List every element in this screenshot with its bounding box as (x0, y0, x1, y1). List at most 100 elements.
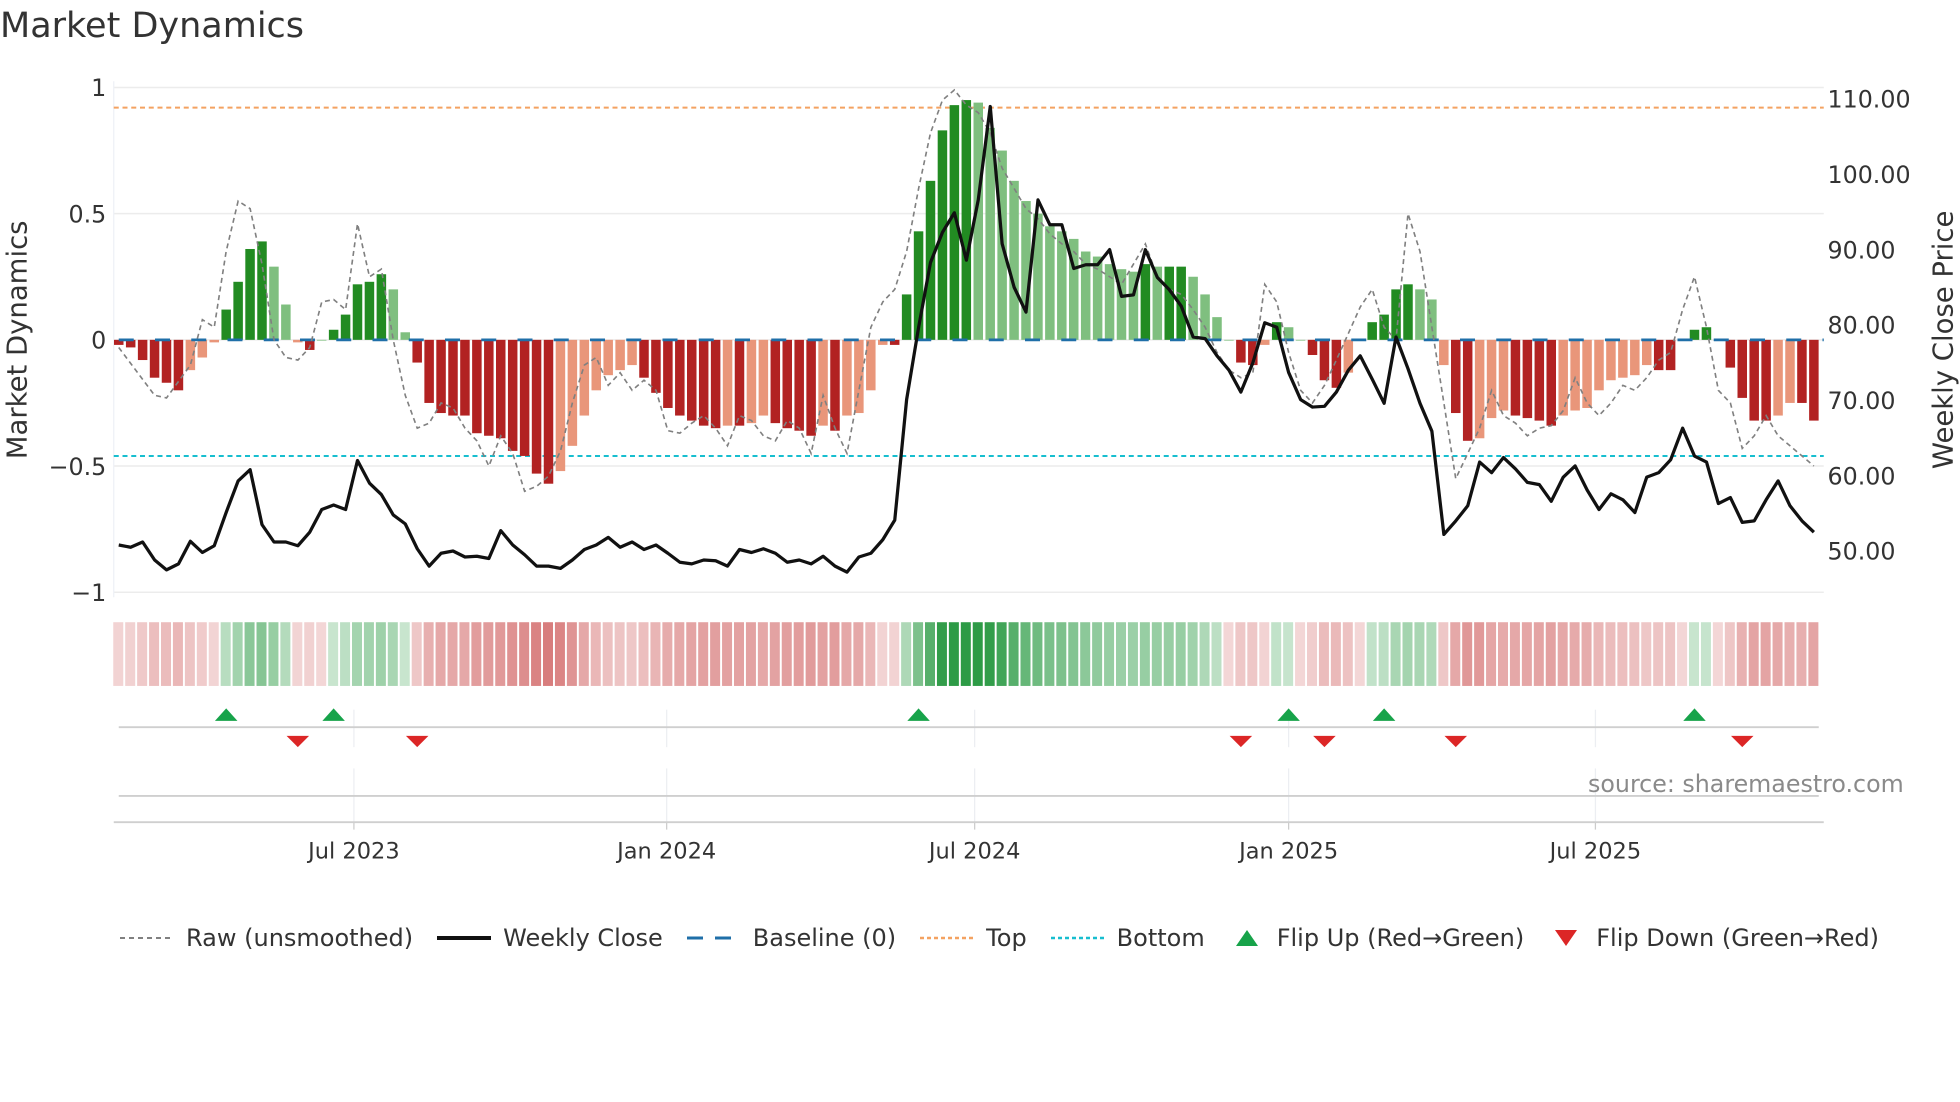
regime-strip-cell (196, 622, 207, 686)
regime-strip-cell (1808, 622, 1819, 686)
momentum-bar (901, 294, 912, 340)
regime-strip-cell (1235, 622, 1246, 686)
momentum-bar (245, 248, 255, 340)
y-tick-label: 0.5 (68, 200, 106, 228)
regime-strip-cell (1044, 622, 1055, 686)
momentum-bar (149, 339, 160, 378)
momentum-bar (555, 339, 566, 472)
momentum-bar (233, 281, 243, 340)
regime-strip-cell (1533, 622, 1544, 686)
regime-strip-cell (841, 622, 852, 686)
flip-up-marker (907, 708, 930, 721)
regime-strip-cell (1342, 622, 1353, 686)
regime-strip-cell (1008, 622, 1019, 686)
regime-strip-cell (1438, 622, 1449, 686)
legend: Raw (unsmoothed) Weekly Close Baseline (… (118, 924, 1901, 952)
regime-strip-cell (1581, 622, 1592, 686)
y2-axis-title: Weekly Close Price (1927, 211, 1959, 470)
flip-down-marker (405, 735, 429, 748)
regime-strip-cell (1712, 622, 1723, 686)
regime-strip-cell (1760, 622, 1771, 686)
regime-strip-cell (1199, 622, 1210, 686)
regime-strip-cell (1784, 622, 1795, 686)
regime-strip-cell (757, 622, 768, 686)
regime-strip-cell (399, 622, 410, 686)
regime-strip-cell (578, 622, 589, 686)
momentum-bar (257, 241, 267, 340)
y2-tick-label: 60.00 (1828, 462, 1896, 490)
momentum-bar (1534, 339, 1545, 421)
regime-strip-cell (1092, 622, 1103, 686)
momentum-bar (1164, 266, 1174, 340)
regime-strip-cell (495, 622, 506, 686)
regime-strip-cell (1080, 622, 1091, 686)
momentum-bar (1642, 339, 1652, 366)
regime-strip-cell (411, 622, 422, 686)
regime-strip-cell (1271, 622, 1282, 686)
regime-strip-cell (1020, 622, 1031, 686)
momentum-bar (591, 339, 601, 391)
momentum-bar (460, 339, 470, 416)
momentum-bar (1606, 339, 1616, 381)
regime-strip-cell (781, 622, 792, 686)
legend-item-bottom: Bottom (1049, 924, 1205, 952)
momentum-bar (448, 339, 458, 416)
momentum-bar (281, 304, 291, 340)
x-tick-label: Jul 2023 (306, 838, 400, 864)
regime-strip-cell (948, 622, 959, 686)
regime-strip-cell (471, 622, 482, 686)
momentum-bar (388, 289, 399, 340)
momentum-bar (484, 339, 494, 436)
regime-strip-cell (960, 622, 971, 686)
regime-strip-cell (483, 622, 494, 686)
triangle-down-icon (1555, 930, 1578, 946)
momentum-bar (1236, 339, 1246, 363)
regime-strip-cell (734, 622, 744, 686)
momentum-bar (412, 339, 422, 363)
momentum-bar (1773, 339, 1783, 416)
momentum-bar (1749, 339, 1759, 421)
flip-up-marker (1277, 708, 1300, 721)
regime-strip-cell (447, 622, 458, 686)
regime-strip-cell (1629, 622, 1640, 686)
momentum-bar (567, 339, 578, 446)
bottom-line-swatch-icon (1050, 936, 1105, 940)
momentum-bar (722, 339, 733, 426)
flip-up-marker (214, 708, 238, 721)
momentum-bar (579, 339, 590, 416)
momentum-bar (1057, 231, 1067, 340)
regime-strip-cell (1032, 622, 1043, 686)
momentum-bar (197, 339, 208, 358)
momentum-bar (1630, 339, 1640, 376)
regime-strip-cell (698, 622, 709, 686)
regime-strip-cell (149, 622, 160, 686)
regime-strip-cell (1056, 622, 1067, 686)
x-tick-label: Jan 2025 (1237, 838, 1338, 864)
y-tick-label: −0.5 (49, 453, 107, 481)
regime-strip-cell (328, 622, 339, 686)
regime-strip-cell (280, 622, 291, 686)
legend-label: Baseline (0) (752, 924, 897, 952)
regime-strip-cell (244, 622, 255, 686)
price-line-swatch-icon (437, 936, 492, 940)
regime-strip-cell (1378, 622, 1389, 686)
regime-strip-cell (161, 622, 171, 686)
momentum-bar (782, 339, 792, 429)
momentum-bar (734, 339, 745, 426)
regime-strip-cell (1498, 622, 1508, 686)
momentum-bar (328, 329, 339, 340)
legend-label: Top (986, 924, 1027, 952)
momentum-bar (961, 100, 972, 340)
flip-down-marker (1731, 735, 1754, 748)
regime-strip-cell (1545, 622, 1556, 686)
legend-label: Raw (unsmoothed) (186, 924, 414, 952)
regime-strip-cell (1211, 622, 1222, 686)
regime-strip-cell (1665, 622, 1676, 686)
regime-strip-cell (1509, 622, 1520, 686)
regime-strip-cell (1450, 622, 1461, 686)
regime-strip-cell (865, 622, 876, 686)
momentum-bar (1451, 339, 1461, 414)
regime-strip-cell (125, 622, 136, 686)
regime-strip-cell (304, 622, 315, 686)
legend-item-baseline: Baseline (0) (685, 924, 896, 952)
